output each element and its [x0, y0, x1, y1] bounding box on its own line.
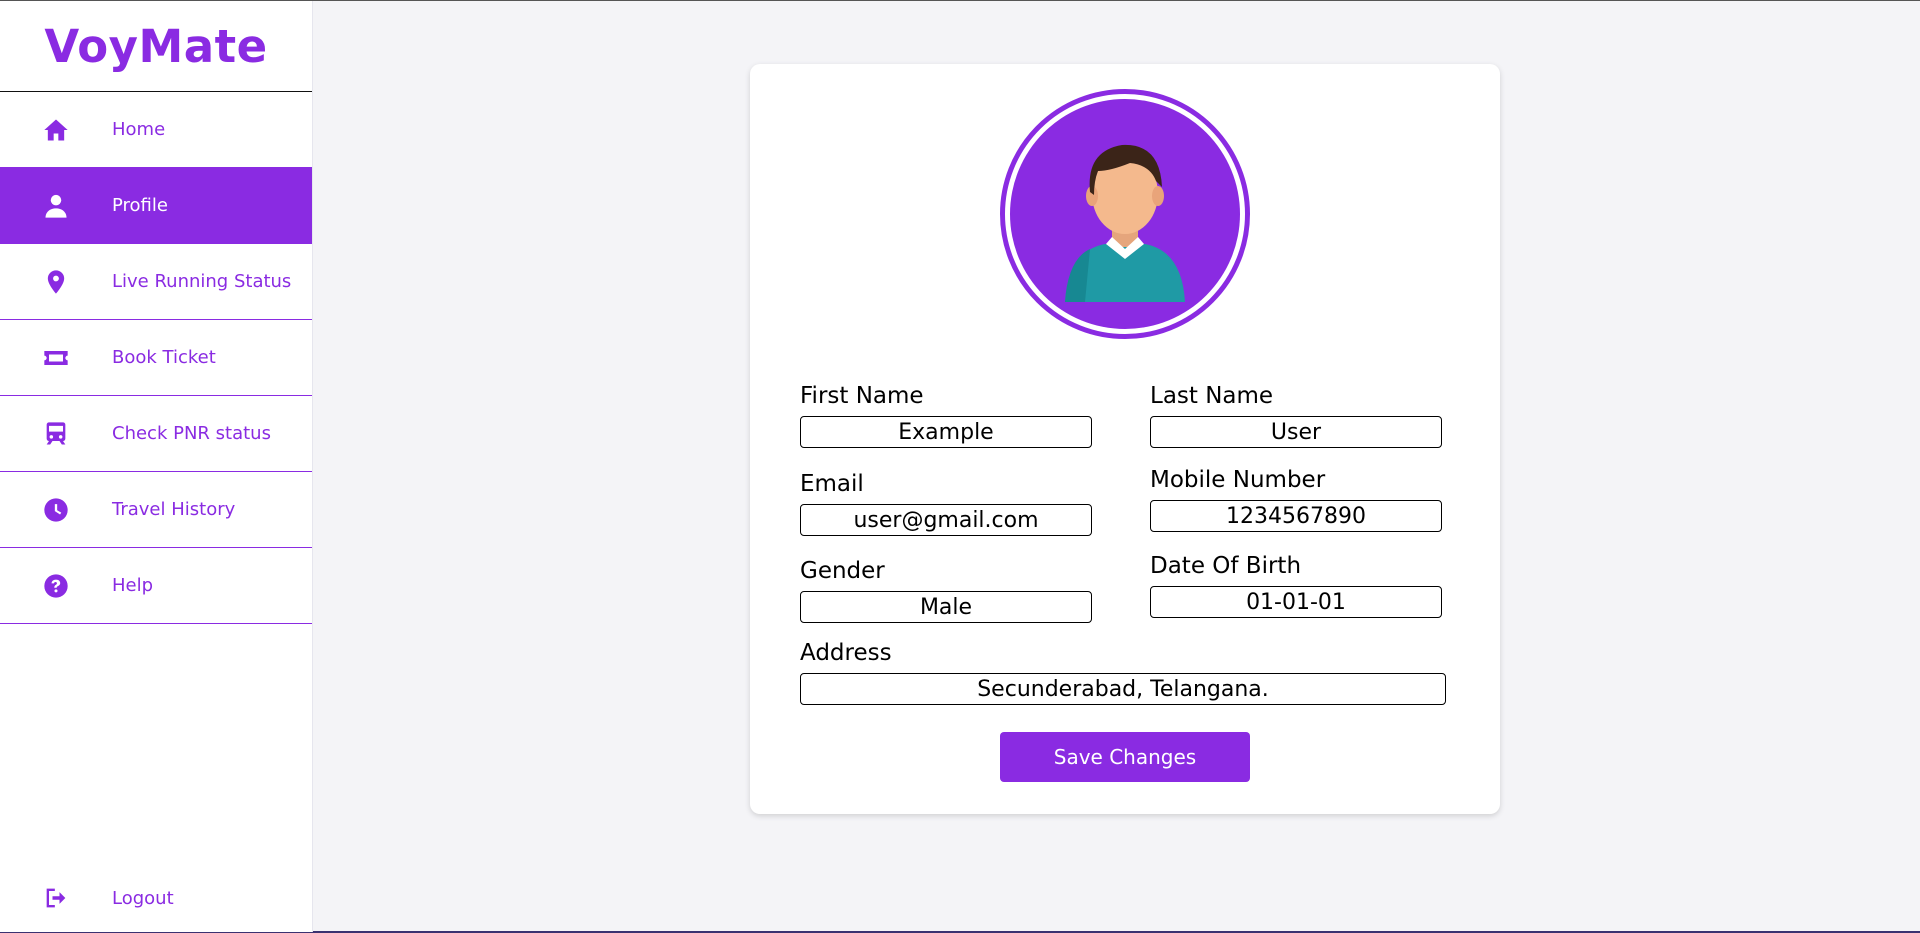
user-avatar-icon	[1010, 99, 1240, 329]
last-name-label: Last Name	[1150, 383, 1274, 409]
email-field[interactable]	[800, 504, 1092, 536]
email-label: Email	[800, 471, 864, 497]
first-name-label: First Name	[800, 383, 924, 409]
gender-field[interactable]	[800, 591, 1092, 623]
sidebar-item-home[interactable]: Home	[0, 92, 312, 168]
brand-logo[interactable]: VoyMate	[0, 1, 312, 92]
logout-label: Logout	[112, 887, 174, 909]
ticket-icon	[0, 344, 112, 372]
logout-button[interactable]: Logout	[0, 878, 313, 918]
clock-icon	[0, 496, 112, 524]
sidebar-item-travel-history[interactable]: Travel History	[0, 472, 312, 548]
brand-name: VoyMate	[44, 19, 268, 73]
sidebar-item-label: Travel History	[112, 499, 236, 520]
mobile-field[interactable]	[1150, 500, 1442, 532]
last-name-field[interactable]	[1150, 416, 1442, 448]
sidebar-item-label: Help	[112, 575, 154, 596]
user-icon	[0, 192, 112, 220]
email-group: Email	[800, 470, 1092, 536]
profile-card: First Name Last Name Email Mobile Number…	[750, 64, 1500, 814]
save-changes-button[interactable]: Save Changes	[1000, 732, 1250, 782]
logout-icon	[0, 884, 112, 912]
sidebar-item-label: Live Running Status	[112, 271, 292, 292]
sidebar-item-profile[interactable]: Profile	[0, 168, 312, 244]
first-name-group: First Name	[800, 382, 1092, 448]
address-label: Address	[800, 640, 892, 666]
sidebar: VoyMate Home Profile Live Running Status	[0, 1, 313, 932]
dob-label: Date Of Birth	[1150, 553, 1302, 579]
sidebar-item-label: Book Ticket	[112, 347, 216, 368]
home-icon	[0, 116, 112, 144]
train-icon	[0, 420, 112, 448]
location-pin-icon	[0, 268, 112, 296]
dob-group: Date Of Birth	[1150, 552, 1442, 618]
question-circle-icon	[0, 572, 112, 600]
sidebar-item-live-running-status[interactable]: Live Running Status	[0, 244, 312, 320]
avatar[interactable]	[1000, 89, 1250, 339]
first-name-field[interactable]	[800, 416, 1092, 448]
sidebar-item-book-ticket[interactable]: Book Ticket	[0, 320, 312, 396]
gender-label: Gender	[800, 558, 885, 584]
last-name-group: Last Name	[1150, 382, 1442, 448]
sidebar-item-check-pnr-status[interactable]: Check PNR status	[0, 396, 312, 472]
gender-group: Gender	[800, 557, 1092, 623]
address-field[interactable]	[800, 673, 1446, 705]
sidebar-item-label: Profile	[112, 195, 168, 216]
sidebar-item-help[interactable]: Help	[0, 548, 312, 624]
address-group: Address	[800, 639, 1446, 705]
sidebar-item-label: Home	[112, 119, 166, 140]
app-root: VoyMate Home Profile Live Running Status	[0, 0, 1920, 933]
dob-field[interactable]	[1150, 586, 1442, 618]
mobile-group: Mobile Number	[1150, 466, 1442, 532]
mobile-label: Mobile Number	[1150, 467, 1326, 493]
sidebar-item-label: Check PNR status	[112, 423, 271, 444]
